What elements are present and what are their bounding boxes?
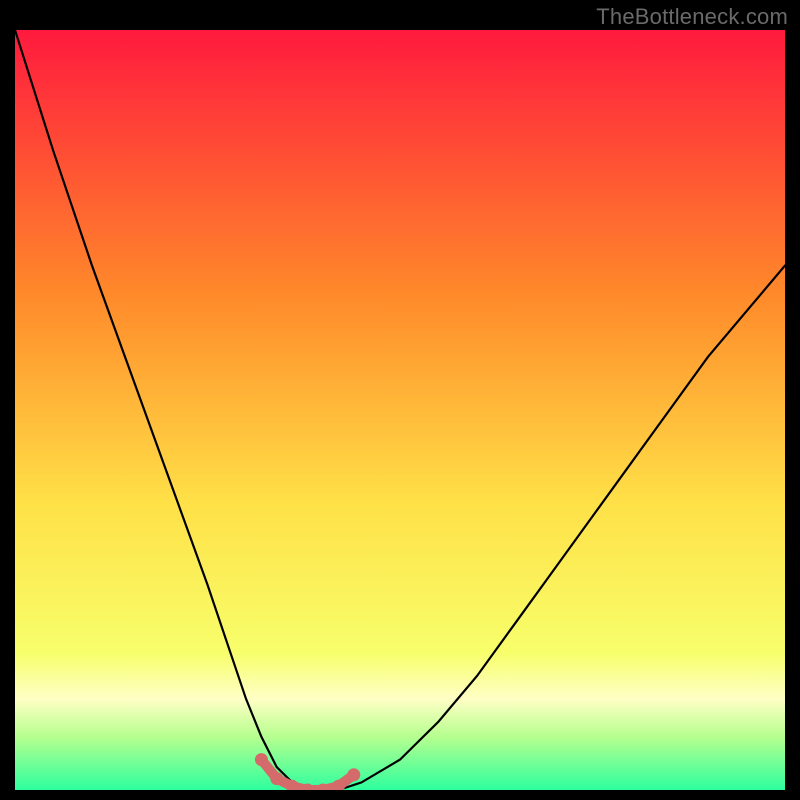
chart-frame: TheBottleneck.com [0, 0, 800, 800]
plot-area [15, 30, 785, 790]
highlight-dot [270, 772, 283, 785]
highlight-dot [255, 753, 268, 766]
highlight-dot [347, 768, 360, 781]
watermark-text: TheBottleneck.com [596, 4, 788, 30]
chart-svg [15, 30, 785, 790]
